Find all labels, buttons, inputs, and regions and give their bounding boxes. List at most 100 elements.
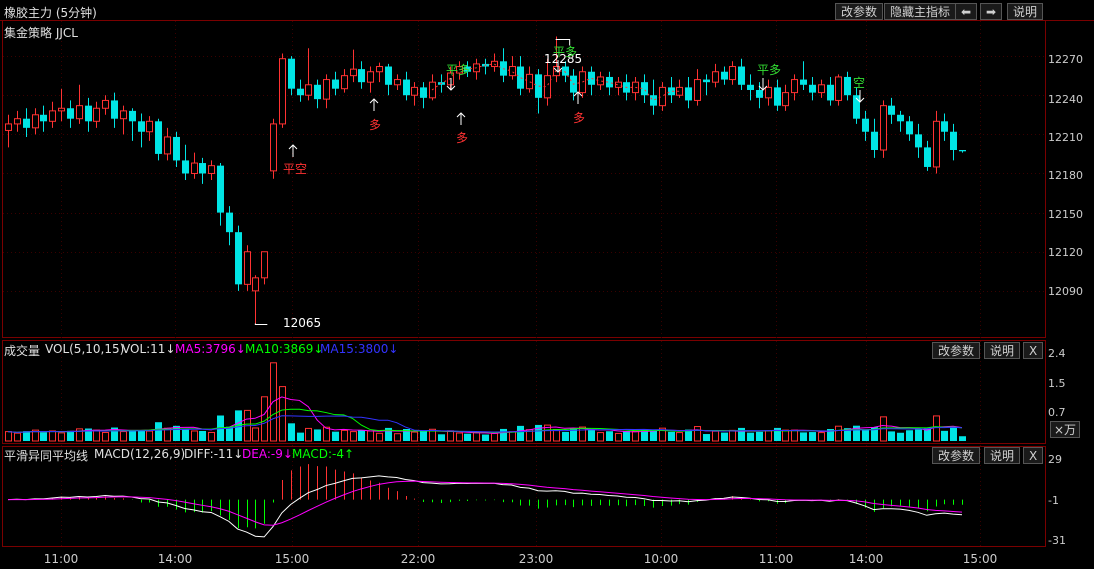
signal-flat-long: 平多 bbox=[553, 45, 578, 59]
volume-bar bbox=[800, 432, 807, 441]
params-button[interactable]: 改参数 bbox=[835, 3, 884, 20]
volume-bar bbox=[358, 429, 365, 441]
candle bbox=[314, 79, 321, 109]
time-tick: 11:00 bbox=[758, 552, 794, 566]
volume-bar bbox=[67, 430, 74, 441]
left-arrow-icon[interactable]: ⬅ bbox=[955, 3, 977, 20]
candle bbox=[650, 79, 657, 115]
candle bbox=[58, 88, 65, 122]
candle bbox=[155, 118, 162, 161]
candle-body bbox=[252, 277, 259, 292]
volume-ma10-line bbox=[7, 408, 963, 433]
volume-bars bbox=[5, 362, 966, 442]
macd-help-button[interactable]: 说明 bbox=[984, 447, 1021, 464]
volume-bar bbox=[49, 430, 56, 442]
volume-bar bbox=[694, 426, 701, 442]
hide-indicator-button[interactable]: 隐藏主指标 bbox=[884, 3, 957, 20]
volume-tick: 1.5 bbox=[1048, 377, 1066, 390]
volume-tick: 0.7 bbox=[1048, 406, 1066, 419]
candle bbox=[23, 108, 30, 137]
volume-bar bbox=[933, 415, 940, 442]
time-tick: 15:00 bbox=[962, 552, 998, 566]
candle bbox=[941, 113, 948, 141]
candle bbox=[588, 66, 595, 96]
candle-body bbox=[191, 162, 198, 174]
macd-panel-name: 平滑异同平均线 bbox=[4, 449, 89, 463]
price-low-label: 12065 bbox=[283, 316, 322, 330]
volume-bar bbox=[182, 429, 189, 441]
candle-body bbox=[67, 108, 74, 119]
candle-body bbox=[959, 150, 966, 152]
candle bbox=[76, 84, 83, 124]
candle bbox=[341, 69, 348, 93]
price-tick: 12240 bbox=[1048, 93, 1083, 106]
candle bbox=[871, 118, 878, 158]
candle-body bbox=[729, 66, 736, 81]
volume-bar bbox=[562, 431, 569, 441]
help-button[interactable]: 说明 bbox=[1007, 3, 1044, 20]
macd-close-icon[interactable]: X bbox=[1023, 447, 1044, 464]
candle-body bbox=[394, 79, 401, 86]
right-arrow-icon[interactable]: ➡ bbox=[980, 3, 1002, 20]
candle bbox=[862, 110, 869, 141]
volume-bar bbox=[146, 430, 153, 442]
candle bbox=[747, 74, 754, 101]
candle bbox=[765, 79, 772, 106]
macd-histogram bbox=[7, 464, 963, 538]
candle bbox=[14, 110, 21, 132]
candle-body bbox=[420, 87, 427, 98]
volume-help-button[interactable]: 说明 bbox=[984, 342, 1021, 359]
candle-body bbox=[235, 232, 242, 285]
candle-body bbox=[818, 84, 825, 94]
candle-body bbox=[120, 110, 127, 120]
candle-body bbox=[941, 121, 948, 132]
candle bbox=[49, 101, 56, 128]
candle bbox=[676, 79, 683, 98]
candle bbox=[261, 251, 268, 285]
volume-bar bbox=[14, 432, 21, 442]
volume-bar bbox=[500, 428, 507, 441]
candle bbox=[297, 79, 304, 102]
signal-long: 多 bbox=[573, 111, 586, 125]
candle-body bbox=[756, 90, 763, 98]
candle bbox=[668, 76, 675, 104]
candle bbox=[288, 56, 295, 96]
candle bbox=[252, 275, 259, 324]
volume-close-icon[interactable]: X bbox=[1023, 342, 1044, 359]
macd-params-button[interactable]: 改参数 bbox=[932, 447, 981, 464]
candle-body bbox=[897, 114, 904, 122]
volume-bar bbox=[297, 432, 304, 441]
candle bbox=[694, 69, 701, 106]
volume-ma10: MA10:3869↓ bbox=[245, 342, 324, 356]
price-tick: 12210 bbox=[1048, 131, 1083, 144]
price-tick: 12120 bbox=[1048, 246, 1083, 259]
volume-bar bbox=[191, 430, 198, 442]
volume-bar bbox=[208, 431, 215, 442]
arrow-up-icon bbox=[573, 91, 583, 104]
volume-bar bbox=[350, 431, 357, 442]
volume-bar bbox=[818, 432, 825, 442]
volume-bar bbox=[23, 431, 30, 441]
candle bbox=[950, 123, 957, 161]
volume-bar bbox=[950, 427, 957, 441]
price-tick: 12180 bbox=[1048, 169, 1083, 182]
volume-bar bbox=[120, 431, 127, 442]
candle-body bbox=[58, 107, 65, 112]
signal-short: 空 bbox=[853, 76, 866, 90]
candle-body bbox=[659, 86, 666, 107]
volume-bar bbox=[959, 436, 966, 441]
candle bbox=[924, 140, 931, 171]
candle-body bbox=[173, 136, 180, 161]
chart-grid bbox=[3, 21, 1045, 546]
volume-bar bbox=[535, 424, 542, 441]
candle-body bbox=[40, 114, 47, 122]
candle-body bbox=[827, 84, 834, 101]
candle-body bbox=[146, 120, 153, 133]
volume-tick: 2.4 bbox=[1048, 347, 1066, 360]
volume-unit-button[interactable]: ×万 bbox=[1050, 421, 1081, 438]
volume-bar bbox=[606, 431, 613, 441]
volume-params-button[interactable]: 改参数 bbox=[932, 342, 981, 359]
candle-body bbox=[694, 79, 701, 101]
macd-panel-frame bbox=[2, 446, 1046, 547]
volume-bar bbox=[597, 432, 604, 442]
